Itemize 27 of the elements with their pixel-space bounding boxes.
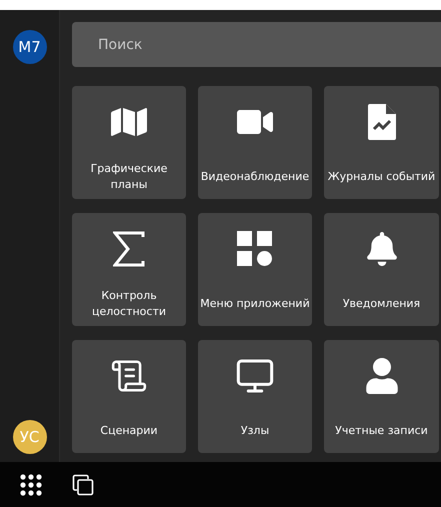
tile-label: Меню приложений (200, 296, 310, 312)
tile-label: Видеонаблюдение (200, 168, 310, 184)
sigma-icon (113, 231, 145, 267)
tile-label: Учетные записи (335, 422, 428, 438)
app-tile[interactable]: Контроль целостности (72, 213, 186, 326)
tile-label: Узлы (240, 422, 270, 438)
tile-label: Журналы событий (328, 168, 436, 184)
app-launcher-icon[interactable] (20, 474, 42, 496)
app-tile[interactable]: Уведомления (324, 213, 439, 326)
app-tile[interactable]: Меню приложений (198, 213, 312, 326)
app-tile[interactable]: Сценарии (72, 340, 186, 453)
tile-label: Контроль целостности (91, 288, 167, 320)
bell-icon (364, 232, 398, 266)
app-tile[interactable]: Журналы событий (324, 86, 439, 199)
file-chart-icon (368, 104, 396, 140)
app-tile[interactable]: Учетные записи (324, 340, 439, 453)
tile-label: Уведомления (342, 296, 420, 312)
tile-label: Графические планы (90, 160, 168, 192)
app-tile[interactable]: Узлы (198, 340, 312, 453)
user-avatar[interactable]: M7 (12, 30, 46, 64)
tile-label: Сценарии (100, 422, 158, 438)
windows-icon[interactable] (72, 474, 94, 496)
apps-grid-icon (237, 231, 273, 267)
app-tile[interactable]: Графические планы (72, 86, 186, 199)
app-tile[interactable]: Видеонаблюдение (198, 86, 312, 199)
search-field[interactable]: Поиск (72, 22, 441, 67)
user-icon (364, 358, 400, 394)
